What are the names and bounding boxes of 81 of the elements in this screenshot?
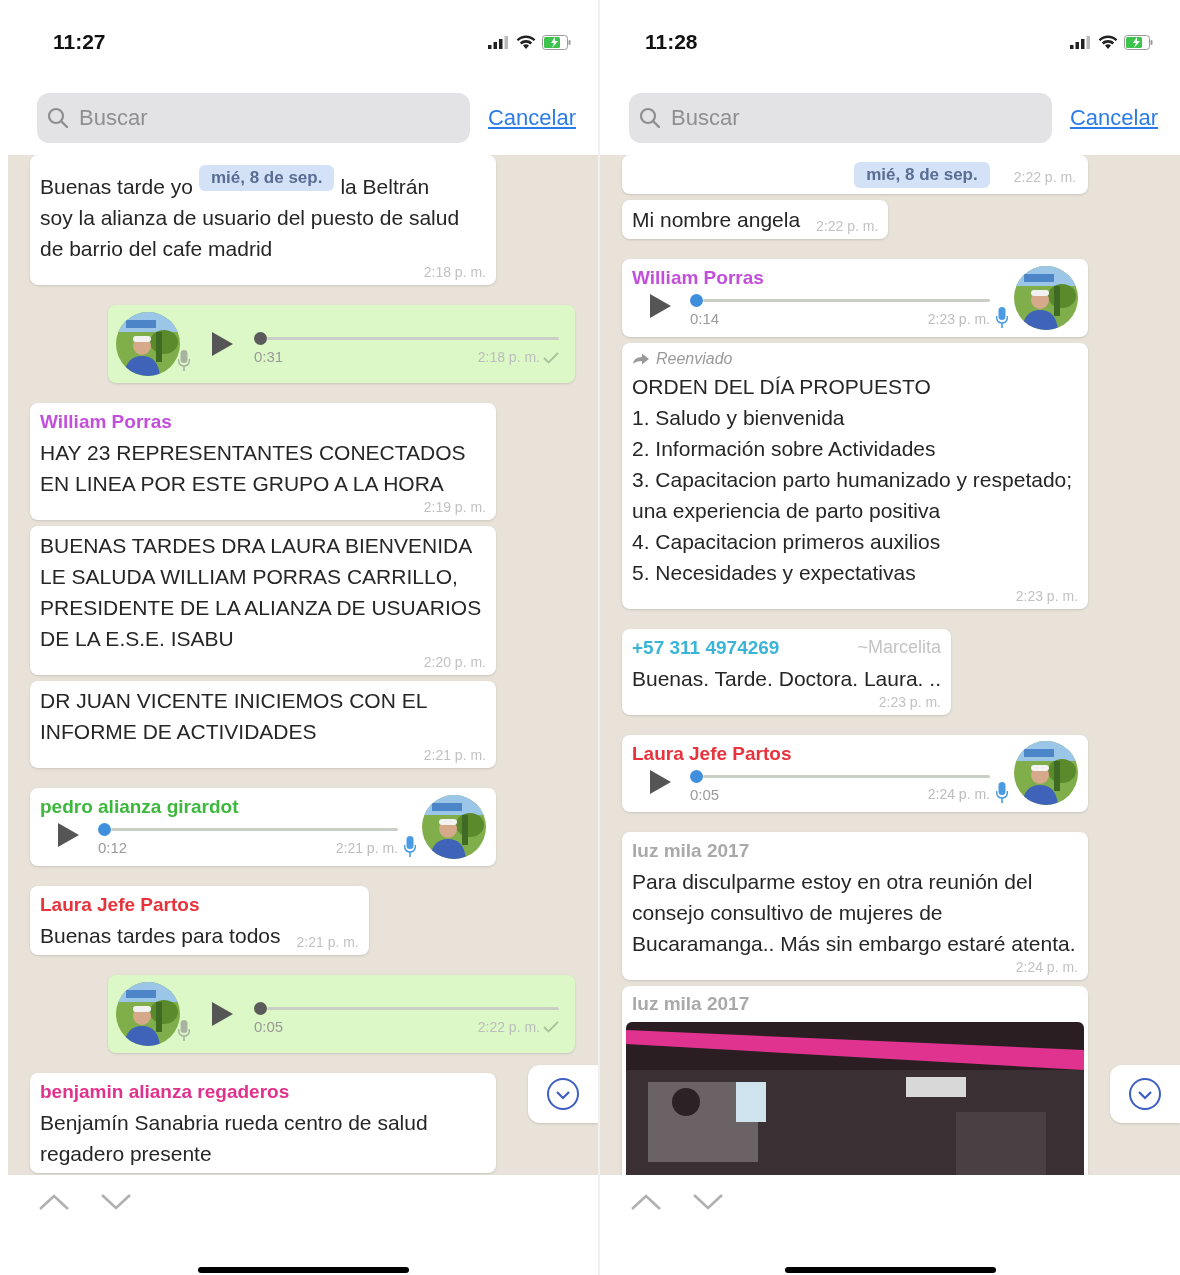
message-time: 2:22 p. m. [815,218,879,235]
message-text: DR JUAN VICENTE INICIEMOS CON EL INFORME DE ACTIVIDADES [40,688,428,745]
forward-arrow-icon [632,352,650,365]
search-icon [47,106,69,129]
sender-name: pedro alianza girardot [40,795,240,819]
message-time: 2:23 p. m. [1014,587,1078,605]
message-time: 2:23 p. m. [927,309,990,329]
wifi-icon [1098,34,1118,50]
sender-name: William Porras [40,410,172,434]
date-badge: mié, 8 de sep. [854,161,990,188]
signal-icon [488,35,510,49]
play-icon[interactable] [210,331,234,357]
message-time: 2:21 p. m. [335,838,398,858]
sender-name: +57 311 4974269 [632,635,780,660]
message-text: Buenas tarde yo [40,174,193,200]
voice-duration: 0:14 [690,309,720,329]
microphone-icon [178,1019,190,1042]
microphone-icon [996,306,1008,329]
message-time: 2:24 p. m. [1014,959,1078,976]
wifi-icon [516,34,536,50]
sender-name: Laura Jefe Partos [40,892,200,917]
sender-name: luz mila 2017 [631,992,751,1016]
scroll-down-button[interactable] [1110,1065,1180,1123]
forwarded-label: Reenviado [656,348,733,369]
progress-thumb[interactable] [98,823,111,836]
sender-name: Laura Jefe Partos [632,741,793,766]
message-time: 2:18 p. m. [422,264,486,281]
sender-name: benjamin alianza regaderos [40,1079,290,1104]
message-text: HAY 23 REPRESENTANTES CONECTADOS EN LINEA POR ESTE GRUPO A LA HORA [40,440,467,497]
play-icon[interactable] [648,768,672,795]
sender-name: William Porras [632,266,765,290]
voice-duration: 0:05 [254,1016,284,1037]
message-time: 2:18 p. m. [477,348,540,367]
message-time: 2:22 p. m. [1013,168,1076,187]
message-time: 2:24 p. m. [927,785,990,805]
message-text: Mi nombre angela [632,207,801,233]
signal-icon [1070,35,1092,49]
microphone-icon [404,835,416,858]
message-time: 2:22 p. m. [477,1017,540,1037]
chevron-down-icon [546,1077,580,1111]
play-icon[interactable] [210,1000,234,1027]
message-text: BUENAS TARDES DRA LAURA BIENVENIDA LE SALUDA WILLIAM PORRAS CARRILLO, PRESIDENTE DE LA ALIANZA DE USUARIOS DE LA E.S.E. ISABU [40,533,483,652]
microphone-icon [996,782,1008,804]
message-time: 2:21 p. m. [295,933,359,951]
message-text: soy la alianza de usuario del puesto de salud de barrio del cafe madrid [40,205,461,262]
message-text: Buenas. Tarde. Doctora. Laura. .. [632,665,941,692]
message-time: 2:23 p. m. [877,693,941,711]
search-icon [639,106,661,129]
message-time: 2:19 p. m. [422,499,486,516]
battery-icon [542,34,572,50]
message-time: 2:20 p. m. [422,654,486,671]
battery-icon [1124,34,1154,50]
progress-thumb[interactable] [254,1001,267,1015]
message-text: Buenas tardes para todos [40,922,281,949]
microphone-icon [178,350,190,372]
voice-duration: 0:31 [254,347,284,368]
search-field[interactable]: Buscar [629,92,1052,143]
chevron-down-icon [1128,1077,1162,1111]
voice-duration: 0:05 [690,784,720,805]
message-text: ORDEN DEL DÍA PROPUESTO 1. Saludo y bienvenida 2. Información sobre Actividades 3. Capacitacion parto humanizado y respetado; una experiencia de parto positiva 4. Capacitacion primeros auxilios 5. Necesidades y expectativas [632,373,1074,586]
message-text: la Beltrán [340,174,430,200]
cancel-link[interactable]: Cancelar [1069,101,1158,134]
check-icon [543,351,559,364]
progress-thumb[interactable] [690,294,703,307]
status-time: 11:27 [53,29,106,56]
message-time: 2:21 p. m. [422,747,486,764]
play-icon[interactable] [56,822,80,848]
cancel-link[interactable]: Cancelar [487,101,576,134]
sender-name: luz mila 2017 [632,839,750,863]
play-icon[interactable] [648,293,672,319]
message-text: Para disculparme estoy en otra reunión del consejo consultivo de mujeres de Bucaramanga.. Más sin embargo estaré atenta. [632,869,1077,957]
contact-name: ~Marcelita [857,636,941,659]
scroll-down-button[interactable] [528,1065,598,1123]
search-field[interactable]: Buscar [37,92,470,143]
progress-thumb[interactable] [254,332,267,346]
progress-thumb[interactable] [690,769,703,783]
voice-duration: 0:12 [98,838,128,858]
status-time: 11:28 [645,29,698,56]
check-icon [543,1021,559,1033]
date-badge: mié, 8 de sep. [198,165,335,191]
message-text: Benjamín Sanabria rueda centro de salud regadero presente [40,1109,429,1167]
